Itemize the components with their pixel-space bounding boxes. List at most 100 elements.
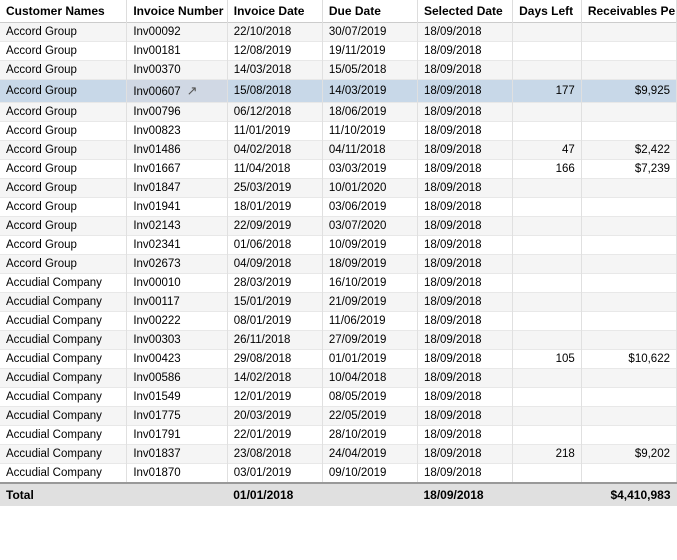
cell-duedate: 03/06/2019: [322, 198, 417, 217]
cell-invdate: 29/08/2018: [227, 350, 322, 369]
cell-recv: [581, 407, 676, 426]
table-row[interactable]: Accord GroupInv0194118/01/201903/06/2019…: [0, 198, 677, 217]
table-row[interactable]: Accudial CompanyInv0187003/01/201909/10/…: [0, 464, 677, 484]
table-container: Customer Names Invoice Number Invoice Da…: [0, 0, 677, 560]
cell-customer: Accudial Company: [0, 407, 127, 426]
header-daysleft[interactable]: Days Left: [513, 0, 582, 23]
header-customer[interactable]: Customer Names: [0, 0, 127, 23]
cell-invoice: Inv01791: [127, 426, 227, 445]
cell-seldate: 18/09/2018: [418, 198, 513, 217]
cell-daysleft: 105: [513, 350, 582, 369]
table-row[interactable]: Accord GroupInv0079606/12/201818/06/2019…: [0, 103, 677, 122]
cell-seldate: 18/09/2018: [418, 388, 513, 407]
table-row[interactable]: Accudial CompanyInv0011715/01/201921/09/…: [0, 293, 677, 312]
cell-duedate: 09/10/2019: [322, 464, 417, 484]
cell-invoice: Inv02673: [127, 255, 227, 274]
cell-duedate: 10/04/2018: [322, 369, 417, 388]
table-row[interactable]: Accord GroupInv0037014/03/201815/05/2018…: [0, 61, 677, 80]
cell-daysleft: [513, 61, 582, 80]
table-row[interactable]: Accord GroupInv0166711/04/201803/03/2019…: [0, 160, 677, 179]
cell-invdate: 22/01/2019: [227, 426, 322, 445]
table-row[interactable]: Accudial CompanyInv0179122/01/201928/10/…: [0, 426, 677, 445]
table-row[interactable]: Accord GroupInv0267304/09/201818/09/2019…: [0, 255, 677, 274]
cell-recv: $2,422: [581, 141, 676, 160]
cell-invdate: 23/08/2018: [227, 445, 322, 464]
cell-seldate: 18/09/2018: [418, 426, 513, 445]
table-row[interactable]: Accord GroupInv0009222/10/201830/07/2019…: [0, 23, 677, 42]
cell-customer: Accudial Company: [0, 445, 127, 464]
cell-invoice: Inv00181: [127, 42, 227, 61]
cell-customer: Accord Group: [0, 80, 127, 103]
cell-seldate: 18/09/2018: [418, 274, 513, 293]
table-row[interactable]: Accord GroupInv00607↗15/08/201814/03/201…: [0, 80, 677, 103]
table-row[interactable]: Accudial CompanyInv0001028/03/201916/10/…: [0, 274, 677, 293]
cell-invoice: Inv00586: [127, 369, 227, 388]
header-invdate[interactable]: Invoice Date: [227, 0, 322, 23]
cell-invdate: 11/04/2018: [227, 160, 322, 179]
cell-customer: Accudial Company: [0, 293, 127, 312]
cell-invoice: Inv01870: [127, 464, 227, 484]
cell-seldate: 18/09/2018: [418, 445, 513, 464]
cell-recv: [581, 274, 676, 293]
cell-duedate: 04/11/2018: [322, 141, 417, 160]
cell-seldate: 18/09/2018: [418, 464, 513, 484]
cell-duedate: 30/07/2019: [322, 23, 417, 42]
cursor-arrow-icon: ↗: [187, 83, 198, 99]
table-row[interactable]: Accord GroupInv0234101/06/201810/09/2019…: [0, 236, 677, 255]
cell-invoice: Inv01941: [127, 198, 227, 217]
cell-daysleft: [513, 23, 582, 42]
cell-invdate: 28/03/2019: [227, 274, 322, 293]
cell-invdate: 06/12/2018: [227, 103, 322, 122]
cell-customer: Accord Group: [0, 179, 127, 198]
table-row[interactable]: Accord GroupInv0082311/01/201911/10/2019…: [0, 122, 677, 141]
cell-invdate: 08/01/2019: [227, 312, 322, 331]
header-seldate[interactable]: Selected Date: [418, 0, 513, 23]
header-duedate[interactable]: Due Date: [322, 0, 417, 23]
table-row[interactable]: Accord GroupInv0148604/02/201804/11/2018…: [0, 141, 677, 160]
table-footer-row: Total 01/01/2018 18/09/2018 $4,410,983: [0, 483, 677, 506]
cell-daysleft: [513, 42, 582, 61]
cell-customer: Accord Group: [0, 217, 127, 236]
cell-seldate: 18/09/2018: [418, 217, 513, 236]
cell-invdate: 04/02/2018: [227, 141, 322, 160]
cell-recv: [581, 255, 676, 274]
cell-duedate: 27/09/2019: [322, 331, 417, 350]
table-row[interactable]: Accudial CompanyInv0177520/03/201922/05/…: [0, 407, 677, 426]
table-row[interactable]: Accord GroupInv0018112/08/201919/11/2019…: [0, 42, 677, 61]
cell-recv: [581, 198, 676, 217]
cell-invoice: Inv00796: [127, 103, 227, 122]
cell-seldate: 18/09/2018: [418, 236, 513, 255]
cell-recv: [581, 217, 676, 236]
cell-daysleft: [513, 388, 582, 407]
table-row[interactable]: Accudial CompanyInv0183723/08/201824/04/…: [0, 445, 677, 464]
table-row[interactable]: Accudial CompanyInv0042329/08/201801/01/…: [0, 350, 677, 369]
table-row[interactable]: Accord GroupInv0184725/03/201910/01/2020…: [0, 179, 677, 198]
cell-recv: $9,202: [581, 445, 676, 464]
cell-recv: $7,239: [581, 160, 676, 179]
cell-invoice: Inv00370: [127, 61, 227, 80]
cell-customer: Accord Group: [0, 160, 127, 179]
cell-invoice: Inv01837: [127, 445, 227, 464]
cell-invdate: 26/11/2018: [227, 331, 322, 350]
cell-invoice: Inv01549: [127, 388, 227, 407]
table-row[interactable]: Accudial CompanyInv0030326/11/201827/09/…: [0, 331, 677, 350]
cell-recv: [581, 312, 676, 331]
cell-invdate: 14/02/2018: [227, 369, 322, 388]
cell-seldate: 18/09/2018: [418, 331, 513, 350]
header-recv[interactable]: Receivables Per Group: [581, 0, 676, 23]
table-row[interactable]: Accudial CompanyInv0058614/02/201810/04/…: [0, 369, 677, 388]
header-invoice[interactable]: Invoice Number: [127, 0, 227, 23]
table-row[interactable]: Accord GroupInv0214322/09/201903/07/2020…: [0, 217, 677, 236]
cell-customer: Accord Group: [0, 61, 127, 80]
cell-invdate: 01/06/2018: [227, 236, 322, 255]
cell-invdate: 15/01/2019: [227, 293, 322, 312]
cell-invoice: Inv02143: [127, 217, 227, 236]
cell-invoice: Inv01486: [127, 141, 227, 160]
cell-customer: Accudial Company: [0, 388, 127, 407]
table-row[interactable]: Accudial CompanyInv0154912/01/201908/05/…: [0, 388, 677, 407]
cell-recv: [581, 42, 676, 61]
table-row[interactable]: Accudial CompanyInv0022208/01/201911/06/…: [0, 312, 677, 331]
footer-seldate: 18/09/2018: [418, 483, 513, 506]
cell-invoice: Inv00117: [127, 293, 227, 312]
cell-recv: $10,622: [581, 350, 676, 369]
